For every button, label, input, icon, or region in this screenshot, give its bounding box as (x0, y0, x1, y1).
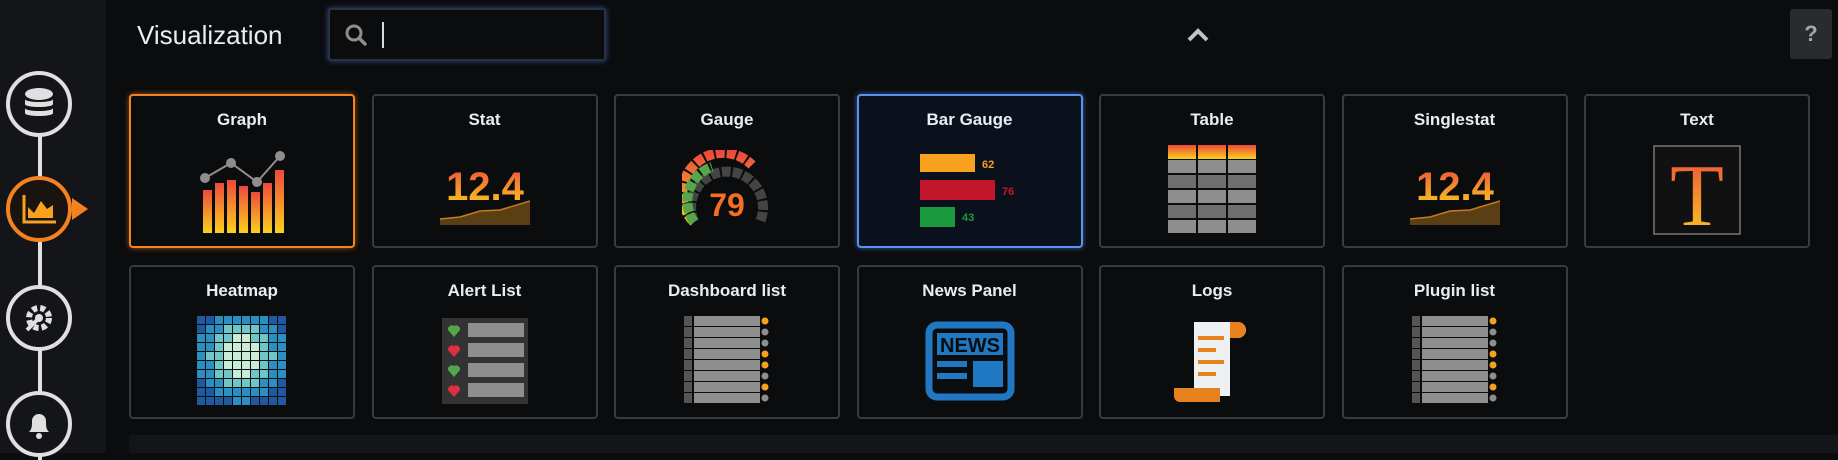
viz-card-stat[interactable]: Stat 12.4 (371, 94, 598, 248)
step-visualization[interactable] (6, 176, 88, 242)
step-general[interactable] (6, 285, 72, 351)
viz-card-singlestat[interactable]: Singlestat 12.4 (1341, 94, 1568, 248)
help-button[interactable]: ? (1790, 9, 1832, 59)
icon-text: T (1670, 148, 1724, 235)
viz-card-label: Stat (468, 110, 501, 129)
icon-text: 43 (962, 212, 974, 224)
viz-card-label: Singlestat (1413, 110, 1496, 129)
wizard-sidebar (0, 0, 106, 460)
viz-card-label: Gauge (700, 110, 754, 129)
logs-icon (1172, 311, 1252, 411)
viz-card-label: Plugin list (1413, 281, 1496, 300)
viz-card-label: Table (1190, 110, 1234, 129)
viz-card-bar-gauge[interactable]: Bar Gauge 62 76 43 (856, 94, 1083, 248)
search-icon (345, 24, 367, 46)
viz-card-label: Bar Gauge (926, 110, 1013, 129)
viz-card-label: Logs (1191, 281, 1233, 300)
viz-card-logs[interactable]: Logs (1099, 265, 1325, 419)
viz-card-heatmap[interactable]: Heatmap (129, 265, 355, 419)
text-icon: T (1653, 140, 1741, 240)
search-input[interactable] (328, 8, 606, 61)
viz-card-plugin-list[interactable]: Plugin list (1341, 265, 1568, 419)
step-queries[interactable] (6, 71, 72, 137)
database-icon (25, 88, 53, 116)
stat-icon: 12.4 (439, 140, 530, 240)
viz-card-gauge[interactable]: Gauge 79 (614, 94, 840, 248)
graph-icon (197, 140, 287, 240)
alert-list-icon (441, 311, 528, 411)
viz-card-table[interactable]: Table (1099, 94, 1325, 248)
viz-card-label: Dashboard list (667, 281, 787, 300)
singlestat-icon: 12.4 (1409, 140, 1500, 240)
table-icon (1168, 140, 1256, 240)
step-alert[interactable] (6, 391, 72, 457)
gauge-icon: 79 (682, 140, 772, 240)
viz-card-label: Graph (216, 110, 268, 129)
viz-card-news-panel[interactable]: News Panel NEWS (856, 265, 1083, 419)
area-chart-icon (22, 195, 56, 224)
viz-card-label: Heatmap (206, 281, 278, 300)
viz-card-label: News Panel (922, 281, 1017, 300)
icon-text: 12.4 (1416, 165, 1495, 209)
plugin-list-icon (1411, 311, 1498, 411)
viz-card-label: Alert List (447, 281, 522, 300)
heatmap-icon (197, 311, 287, 411)
viz-card-alert-list[interactable]: Alert List (371, 265, 598, 419)
viz-card-label: Text (1680, 110, 1714, 129)
text-cursor (382, 21, 384, 48)
bar-gauge-icon: 62 76 43 (919, 140, 1020, 240)
viz-card-graph[interactable]: Graph (129, 94, 355, 248)
viz-card-dashboard-list[interactable]: Dashboard list (614, 265, 840, 419)
viz-card-text[interactable]: Text T (1584, 94, 1810, 248)
icon-text: 79 (709, 187, 745, 223)
news-icon: NEWS (925, 311, 1015, 411)
gear-wrench-icon (25, 305, 52, 332)
icon-text: NEWS (940, 335, 1000, 357)
page-title: Visualization (137, 20, 283, 50)
options-panel (129, 435, 1838, 453)
dashboard-list-icon (684, 311, 770, 411)
icon-text: 12.4 (446, 165, 525, 209)
icon-text: 76 (1002, 186, 1014, 198)
icon-text: 62 (982, 159, 994, 171)
bell-icon (29, 414, 49, 439)
chevron-up-icon[interactable] (1185, 22, 1211, 48)
